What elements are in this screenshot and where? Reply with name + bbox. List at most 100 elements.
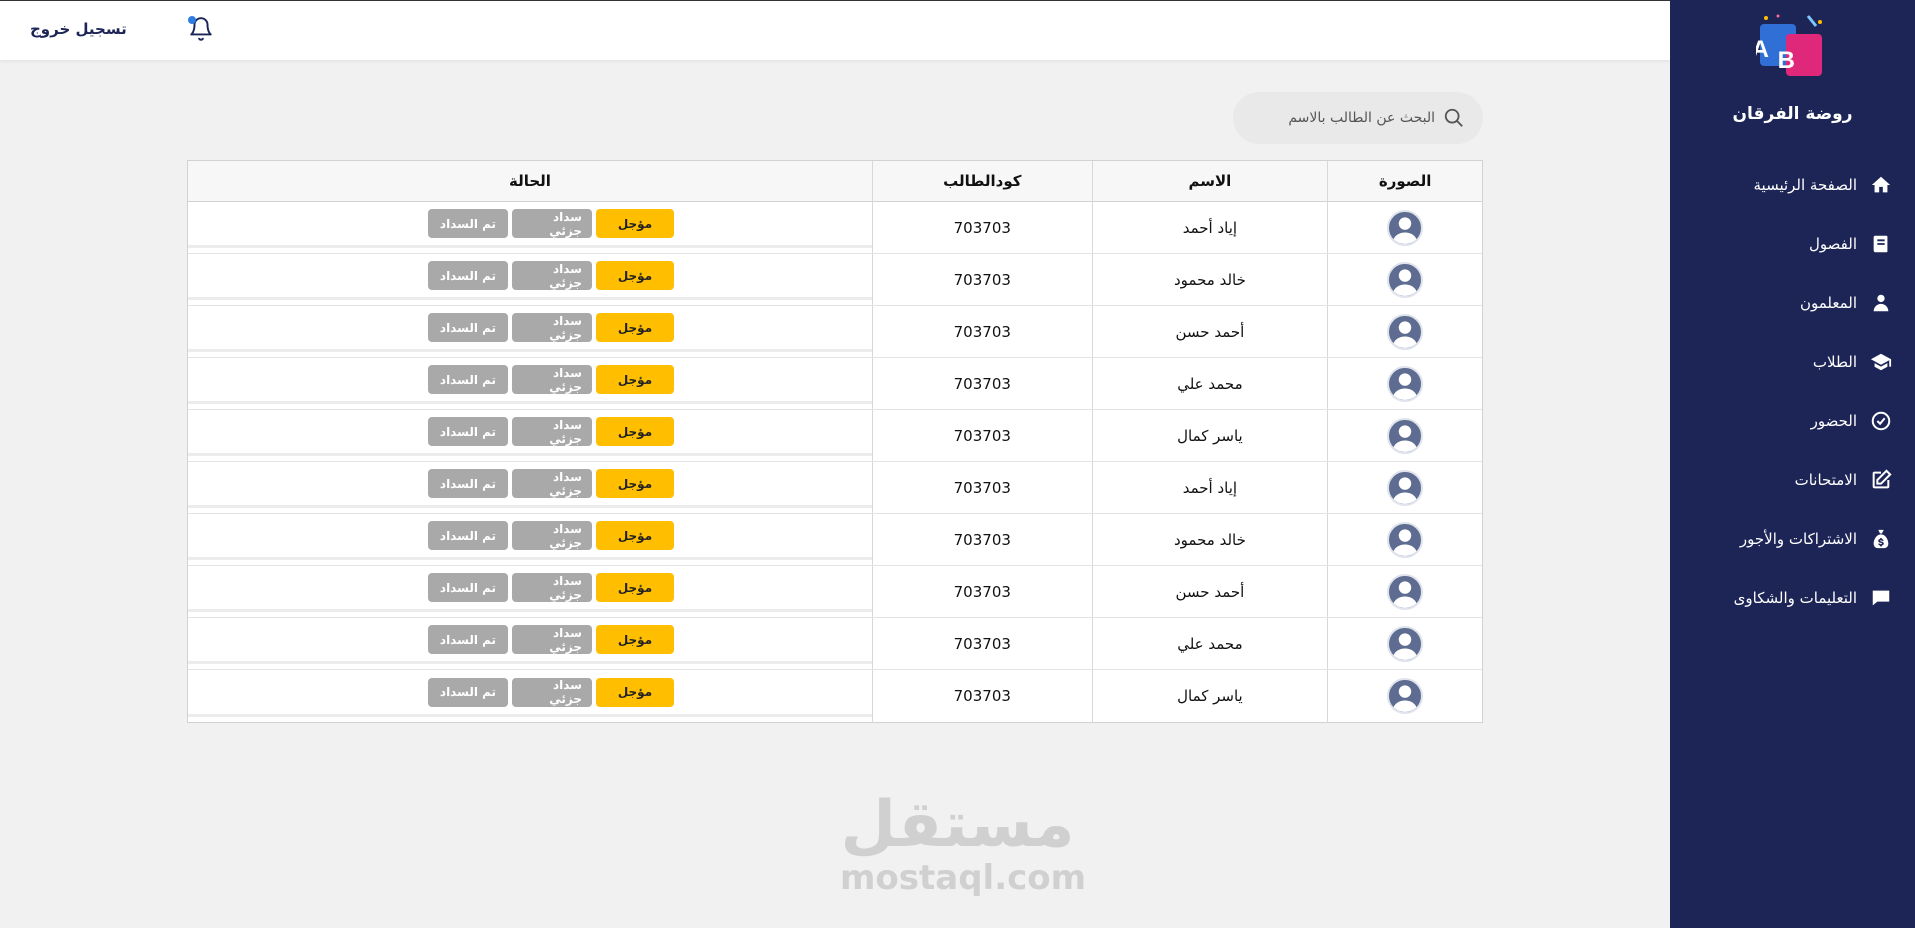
avatar [1387, 521, 1424, 558]
avatar [1387, 313, 1424, 350]
sidebar-item-students[interactable]: الطلاب [1670, 332, 1893, 391]
avatar [1387, 365, 1424, 402]
sidebar-item-home[interactable]: الصفحة الرئيسية [1670, 155, 1893, 214]
deferred-button[interactable]: مؤجل [595, 521, 674, 550]
partial-payment-button[interactable]: سداد جزئي [511, 469, 592, 498]
paid-button[interactable]: تم السداد [427, 469, 508, 498]
status-strip: مؤجل سداد جزئي تم السداد [188, 514, 872, 560]
avatar [1387, 573, 1424, 610]
money-bag-icon [1869, 527, 1893, 551]
search-icon [1443, 107, 1465, 129]
student-name: ياسر كمال [1091, 670, 1328, 722]
student-name: محمد علي [1091, 618, 1328, 669]
sidebar-item-label: الامتحانات [1794, 470, 1857, 489]
book-icon [1869, 232, 1893, 256]
status-cell: مؤجل سداد جزئي تم السداد [188, 514, 872, 565]
partial-payment-button[interactable]: سداد جزئي [511, 573, 592, 602]
user-avatar-icon [1389, 316, 1421, 348]
status-cell: مؤجل سداد جزئي تم السداد [188, 566, 872, 617]
logout-button[interactable]: تسجيل خروج [30, 20, 127, 38]
student-code: 703703 [871, 618, 1092, 669]
user-avatar-icon [1389, 264, 1421, 296]
sidebar-item-teachers[interactable]: المعلمون [1670, 273, 1893, 332]
deferred-button[interactable]: مؤجل [595, 365, 674, 394]
status-cell: مؤجل سداد جزئي تم السداد [188, 254, 872, 305]
sidebar-item-classes[interactable]: الفصول [1670, 214, 1893, 273]
sidebar-item-instructions[interactable]: التعليمات والشكاوى [1670, 568, 1893, 627]
paid-button[interactable]: تم السداد [427, 573, 508, 602]
partial-payment-button[interactable]: سداد جزئي [511, 261, 592, 290]
student-name: خالد محمود [1091, 254, 1328, 305]
deferred-button[interactable]: مؤجل [595, 261, 674, 290]
status-strip: مؤجل سداد جزئي تم السداد [188, 254, 872, 300]
graduation-cap-icon [1869, 350, 1893, 374]
status-buttons: مؤجل سداد جزئي تم السداد [426, 365, 676, 394]
deferred-button[interactable]: مؤجل [595, 677, 674, 707]
sidebar-item-label: الحضور [1810, 411, 1857, 430]
deferred-button[interactable]: مؤجل [595, 209, 674, 238]
sidebar-item-exams[interactable]: الامتحانات [1670, 450, 1893, 509]
sidebar-item-label: الفصول [1809, 234, 1857, 253]
deferred-button[interactable]: مؤجل [595, 573, 674, 602]
partial-payment-button[interactable]: سداد جزئي [511, 417, 592, 446]
paid-button[interactable]: تم السداد [427, 313, 508, 342]
student-code: 703703 [871, 566, 1092, 617]
svg-text:B: B [1777, 47, 1794, 74]
paid-button[interactable]: تم السداد [427, 417, 508, 446]
sidebar-item-label: التعليمات والشكاوى [1733, 588, 1857, 607]
teacher-icon [1869, 291, 1893, 315]
status-buttons: مؤجل سداد جزئي تم السداد [426, 209, 676, 238]
status-cell: مؤجل سداد جزئي تم السداد [188, 202, 872, 253]
column-header-photo: الصورة [1327, 161, 1482, 201]
paid-button[interactable]: تم السداد [427, 625, 508, 654]
avatar [1387, 469, 1424, 506]
partial-payment-button[interactable]: سداد جزئي [511, 209, 592, 238]
partial-payment-button[interactable]: سداد جزئي [511, 365, 592, 394]
photo-cell [1327, 462, 1482, 513]
status-buttons: مؤجل سداد جزئي تم السداد [426, 677, 676, 707]
status-strip: مؤجل سداد جزئي تم السداد [188, 618, 872, 664]
watermark: مستقل mostaql.com [840, 790, 1086, 896]
paid-button[interactable]: تم السداد [427, 521, 508, 550]
table-row: أحمد حسن 703703 مؤجل سداد جزئي تم السداد [188, 566, 1482, 618]
partial-payment-button[interactable]: سداد جزئي [511, 625, 592, 654]
paid-button[interactable]: تم السداد [427, 261, 508, 290]
photo-cell [1327, 410, 1482, 461]
status-strip: مؤجل سداد جزئي تم السداد [188, 410, 872, 456]
status-strip: مؤجل سداد جزئي تم السداد [188, 306, 872, 352]
partial-payment-button[interactable]: سداد جزئي [511, 677, 592, 707]
partial-payment-button[interactable]: سداد جزئي [511, 313, 592, 342]
status-buttons: مؤجل سداد جزئي تم السداد [426, 417, 676, 446]
students-table: الصورة الاسم كودالطالب الحالة إياد أحمد 7… [187, 160, 1483, 723]
sidebar-item-attendance[interactable]: الحضور [1670, 391, 1893, 450]
student-code: 703703 [871, 254, 1092, 305]
sidebar-item-label: الطلاب [1812, 352, 1857, 371]
paid-button[interactable]: تم السداد [427, 365, 508, 394]
student-name: ياسر كمال [1091, 410, 1328, 461]
paid-button[interactable]: تم السداد [427, 209, 508, 238]
student-name: محمد علي [1091, 358, 1328, 409]
deferred-button[interactable]: مؤجل [595, 417, 674, 446]
deferred-button[interactable]: مؤجل [595, 469, 674, 498]
search-input[interactable] [1249, 110, 1435, 126]
deferred-button[interactable]: مؤجل [595, 625, 674, 654]
sidebar-item-label: الصفحة الرئيسية [1753, 175, 1858, 194]
status-buttons: مؤجل سداد جزئي تم السداد [426, 573, 676, 602]
sidebar-item-subscriptions[interactable]: الاشتراكات والأجور [1670, 509, 1893, 568]
school-logo: A B [1751, 12, 1830, 80]
partial-payment-button[interactable]: سداد جزئي [511, 521, 592, 550]
table-row: خالد محمود 703703 مؤجل سداد جزئي تم السداد [188, 514, 1482, 566]
deferred-button[interactable]: مؤجل [595, 313, 674, 342]
sidebar-item-label: الاشتراكات والأجور [1739, 529, 1857, 548]
column-header-status: الحالة [509, 172, 551, 190]
avatar [1387, 261, 1424, 298]
status-strip: مؤجل سداد جزئي تم السداد [188, 202, 872, 248]
status-buttons: مؤجل سداد جزئي تم السداد [426, 313, 676, 342]
photo-cell [1327, 254, 1482, 305]
status-cell: مؤجل سداد جزئي تم السداد [188, 462, 872, 513]
notification-bell-icon[interactable] [188, 16, 214, 42]
home-icon [1869, 173, 1893, 197]
paid-button[interactable]: تم السداد [427, 677, 508, 707]
table-row: ياسر كمال 703703 مؤجل سداد جزئي تم السداد [188, 410, 1482, 462]
check-circle-icon [1869, 409, 1893, 433]
